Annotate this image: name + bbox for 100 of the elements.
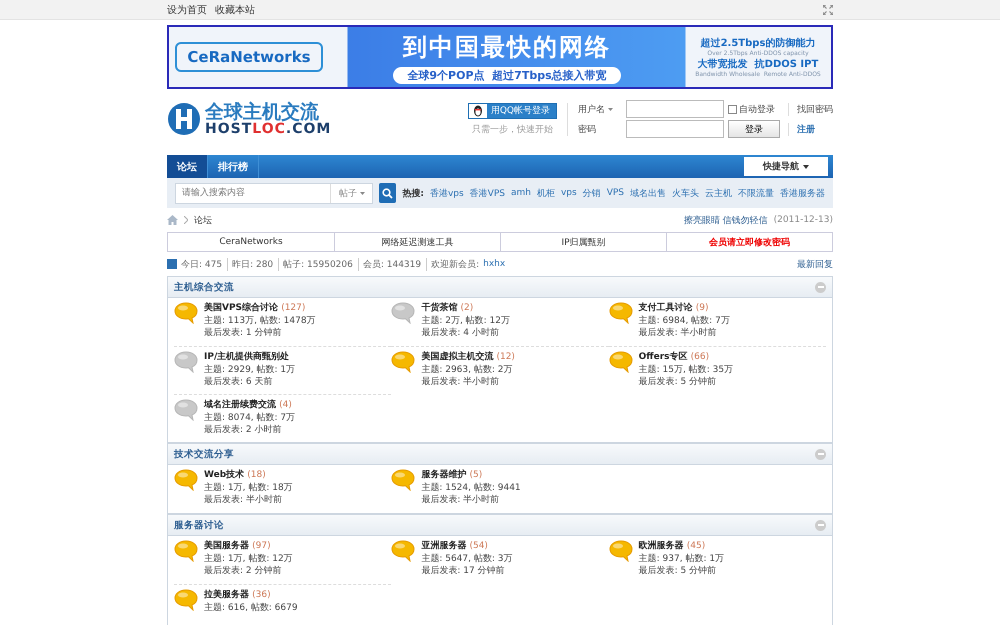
hot-search-link[interactable]: 分销 (582, 186, 601, 200)
qq-login-button[interactable]: 用QQ帐号登录 (468, 102, 557, 118)
section-title[interactable]: 主机综合交流 (174, 280, 234, 294)
collapse-icon[interactable] (815, 448, 826, 460)
username-label[interactable]: 用户名 (578, 102, 622, 116)
latest-replies-link[interactable]: 最新回复 (797, 258, 833, 270)
collapse-icon[interactable] (815, 282, 826, 292)
hot-search-link[interactable]: 云主机 (705, 186, 732, 200)
forum-last-post: 最后发表: 6 天前 (204, 376, 274, 388)
logo-title[interactable]: 全球主机交流 (205, 102, 332, 122)
nav-tab[interactable]: 论坛 (167, 155, 208, 178)
quick-link[interactable]: 会员请立即修改密码 (666, 233, 832, 251)
search-field[interactable]: 请输入搜索内容 帖子 (175, 182, 374, 204)
ad-headline: 到中国最快的网络 (403, 32, 611, 62)
forum-link[interactable]: IP/主机提供商甄别处 (204, 351, 296, 364)
forum-link[interactable]: 欧洲服务器 (45) (638, 540, 724, 552)
section-title[interactable]: 服务器讨论 (174, 518, 224, 532)
forum-last-post: 最后发表: 2 分钟前 (204, 565, 282, 578)
forum-counts: 主题: 1524, 帖数: 9441 (421, 482, 521, 494)
hot-search-link[interactable]: 香港VPS (470, 186, 505, 200)
forum-counts: 主题: 1万, 帖数: 18万 (204, 482, 293, 494)
search-button[interactable] (379, 183, 396, 203)
forum-link[interactable]: 域名注册续费交流 (4) (204, 399, 296, 412)
caret-icon (360, 192, 365, 194)
forum-link[interactable]: 拉美服务器 (36) (204, 589, 298, 602)
register-link[interactable]: 注册 (788, 122, 833, 136)
forum-link[interactable]: 美国虚拟主机交流 (12) (421, 351, 515, 364)
caret-icon (803, 164, 809, 168)
notice-link[interactable]: 擦亮眼睛 信钱勿轻信 (684, 214, 768, 226)
forum-last-post: 最后发表: 2 小时前 (204, 424, 282, 436)
welcome-text: 欢迎新会员: (431, 258, 480, 270)
password-label: 密码 (578, 124, 597, 136)
logo-icon[interactable] (167, 102, 201, 136)
ad-text: 超过2.5Tbps的防御能力 (700, 36, 816, 50)
forum-link[interactable]: 服务器维护 (5) (421, 469, 521, 482)
forum-last-post: 最后发表: 5 分钟前 (638, 565, 718, 578)
forum-last-post: 最后发表: 1 分钟前 (204, 327, 282, 340)
forum-counts: 主题: 937, 帖数: 1万 (638, 552, 724, 565)
hot-search-label: 热搜: (402, 188, 424, 200)
username-field[interactable] (626, 100, 724, 118)
search-icon (382, 188, 394, 198)
penguin-icon (472, 104, 483, 116)
forum-link[interactable]: 干货茶馆 (2) (421, 302, 510, 314)
ad-text: 大带宽批发 抗DDOS IPT (698, 57, 818, 71)
forum-counts: 主题: 2万, 帖数: 12万 (421, 314, 510, 327)
section-title[interactable]: 技术交流分享 (174, 448, 234, 460)
chevron-icon (184, 216, 188, 224)
collapse-icon[interactable] (815, 520, 826, 530)
hot-search-link[interactable]: 火车头 (672, 186, 699, 200)
hot-search-link[interactable]: VPS (606, 188, 624, 198)
qq-hint: 只需一步，快速开始 (472, 124, 553, 136)
quick-link[interactable]: 网络延迟测速工具 (334, 233, 500, 251)
forum-link[interactable]: 支付工具讨论 (9) (638, 302, 730, 314)
top-link[interactable]: 收藏本站 (215, 2, 255, 16)
forum-link[interactable]: 美国VPS综合讨论 (127) (204, 302, 316, 314)
stat-text: 今日: 475 (181, 258, 228, 270)
forum-last-post: 最后发表: 17 分钟前 (421, 565, 506, 578)
quick-link[interactable]: IP归属甄别 (500, 233, 666, 251)
forum-link[interactable]: 亚洲服务器 (54) (421, 540, 512, 552)
caret-icon (608, 108, 613, 110)
auto-login-checkbox[interactable]: 自动登录 (728, 102, 780, 116)
forum-link[interactable]: 美国服务器 (97) (204, 540, 293, 552)
forum-counts: 主题: 15万, 帖数: 35万 (638, 364, 734, 376)
forum-last-post: 最后发表: 半小时前 (204, 494, 283, 506)
forum-link[interactable]: Web技术 (18) (204, 469, 293, 482)
forgot-password-link[interactable]: 找回密码 (788, 102, 833, 116)
password-field[interactable] (626, 120, 724, 138)
hot-search-link[interactable]: 域名出售 (630, 186, 666, 200)
new-member-link[interactable]: hxhx (483, 259, 506, 269)
forum-last-post: 最后发表: 半小时前 (421, 376, 500, 388)
hot-search-link[interactable]: 香港vps (430, 186, 464, 200)
ad-subline: 全球9个POP点 超过7Tbps总接入带宽 (393, 66, 621, 84)
quick-nav-button[interactable]: 快捷导航 (744, 157, 828, 176)
hot-search-link[interactable]: 不限流量 (738, 186, 774, 200)
hot-search-link[interactable]: 机柜 (536, 186, 555, 200)
forum-counts: 主题: 5647, 帖数: 3万 (421, 552, 512, 565)
forum-counts: 主题: 1万, 帖数: 12万 (204, 552, 293, 565)
forum-counts: 主题: 2963, 帖数: 2万 (421, 364, 514, 376)
quick-link[interactable]: CeraNetworks (168, 233, 334, 251)
ad-brand: CeRaNetworks (175, 42, 323, 72)
notice-date: (2011-12-13) (774, 215, 833, 225)
stats-icon (167, 259, 177, 269)
stat-text: 会员: 144319 (362, 258, 428, 270)
forum-counts: 主题: 2929, 帖数: 1万 (204, 364, 296, 376)
login-button[interactable]: 登录 (728, 120, 780, 138)
forum-counts: 主题: 616, 帖数: 6679 (204, 602, 298, 614)
forum-counts: 主题: 6984, 帖数: 7万 (638, 314, 730, 327)
hot-search-link[interactable]: amh (510, 188, 531, 198)
home-icon[interactable] (167, 215, 178, 225)
logo-domain[interactable]: HOSTLOC.COM (205, 122, 332, 136)
forum-last-post: 最后发表: 5 分钟前 (638, 376, 718, 388)
forum-counts: 主题: 8074, 帖数: 7万 (204, 412, 296, 424)
forum-last-post: 最后发表: 半小时前 (638, 327, 718, 340)
stat-text: 帖子: 15950206 (283, 258, 359, 270)
hot-search-link[interactable]: 香港服务器 (780, 186, 825, 200)
hot-search-link[interactable]: vps (560, 188, 577, 198)
forum-last-post: 最后发表: 4 小时前 (421, 327, 500, 340)
top-link[interactable]: 设为首页 (167, 2, 207, 16)
forum-link[interactable]: Offers专区 (66) (638, 351, 734, 364)
fullscreen-icon[interactable] (823, 4, 833, 14)
